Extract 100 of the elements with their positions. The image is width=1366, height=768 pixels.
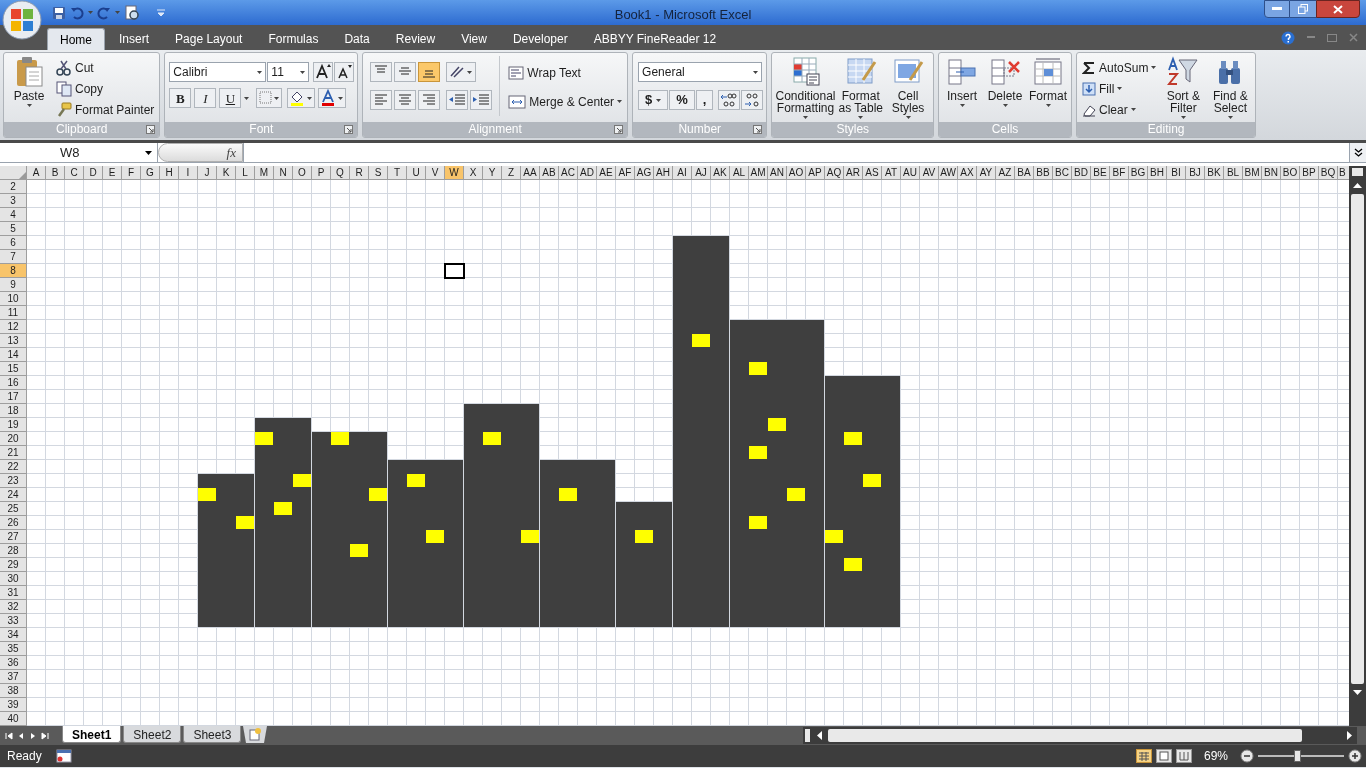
column-header[interactable]: AZ — [996, 166, 1015, 180]
page-layout-view-icon[interactable] — [1156, 749, 1172, 763]
column-header[interactable]: BQ — [1319, 166, 1338, 180]
bottom-align-icon[interactable] — [418, 62, 441, 82]
column-header[interactable]: BK — [1205, 166, 1224, 180]
column-header[interactable]: BN — [1262, 166, 1281, 180]
restore-button[interactable] — [1290, 0, 1316, 18]
column-header[interactable]: AN — [768, 166, 787, 180]
column-header[interactable]: BJ — [1186, 166, 1205, 180]
expand-formula-bar-button[interactable] — [1349, 143, 1366, 162]
row-header[interactable]: 19 — [0, 418, 27, 432]
column-header[interactable]: D — [84, 166, 103, 180]
font-size-field[interactable]: 11 — [267, 62, 310, 82]
text-orientation-icon[interactable] — [446, 62, 477, 82]
row-header[interactable]: 5 — [0, 222, 27, 236]
column-header[interactable]: I — [179, 166, 198, 180]
align-left-icon[interactable] — [370, 90, 393, 110]
undo-icon[interactable] — [70, 5, 84, 20]
column-header[interactable]: G — [141, 166, 160, 180]
ribbon-tab[interactable]: Insert — [107, 28, 162, 50]
print-preview-icon[interactable] — [124, 4, 140, 21]
column-header[interactable]: BD — [1072, 166, 1091, 180]
editing-button[interactable]: Find & Select — [1208, 56, 1253, 122]
column-header[interactable]: O — [293, 166, 312, 180]
sheet-tab[interactable]: Sheet2 — [123, 726, 182, 743]
row-header[interactable]: 26 — [0, 516, 27, 530]
scroll-up-icon[interactable] — [1353, 182, 1362, 188]
italic-button[interactable]: I — [194, 88, 217, 108]
macro-recording-icon[interactable] — [56, 749, 72, 763]
column-header[interactable]: AY — [977, 166, 996, 180]
column-header[interactable]: BH — [1148, 166, 1167, 180]
row-header[interactable]: 10 — [0, 292, 27, 306]
row-header[interactable]: 29 — [0, 558, 27, 572]
shrink-font-icon[interactable] — [334, 62, 355, 82]
row-header[interactable]: 37 — [0, 670, 27, 684]
currency-button[interactable]: $ — [638, 90, 669, 110]
number-format-field[interactable]: General — [638, 62, 763, 82]
column-header[interactable]: AS — [863, 166, 882, 180]
cells-button[interactable]: Insert — [942, 56, 982, 122]
column-header[interactable]: Z — [502, 166, 521, 180]
row-header[interactable]: 25 — [0, 502, 27, 516]
ribbon-tab[interactable]: Page Layout — [163, 28, 255, 50]
previous-sheet-icon[interactable] — [17, 731, 25, 740]
row-header[interactable]: 3 — [0, 194, 27, 208]
column-header[interactable]: AI — [673, 166, 692, 180]
column-header[interactable]: Y — [483, 166, 502, 180]
row-header[interactable]: 8 — [0, 264, 27, 278]
editing-button[interactable]: Clear — [1080, 99, 1159, 120]
scroll-thumb[interactable] — [828, 729, 1302, 742]
column-header[interactable]: AV — [920, 166, 939, 180]
column-header[interactable]: AP — [806, 166, 825, 180]
column-header[interactable]: AG — [635, 166, 654, 180]
insert-function-button[interactable]: fx — [158, 143, 243, 162]
row-header[interactable]: 13 — [0, 334, 27, 348]
column-header[interactable]: AA — [521, 166, 540, 180]
column-header[interactable]: R — [350, 166, 369, 180]
vertical-scrollbar[interactable] — [1349, 166, 1366, 726]
column-header[interactable]: K — [217, 166, 236, 180]
fill-color-icon[interactable] — [287, 88, 316, 108]
row-header[interactable]: 31 — [0, 586, 27, 600]
column-header[interactable]: AH — [654, 166, 673, 180]
row-header[interactable]: 39 — [0, 698, 27, 712]
column-header[interactable]: AK — [711, 166, 730, 180]
format-painter-button[interactable]: Format Painter — [54, 99, 157, 120]
row-header[interactable]: 18 — [0, 404, 27, 418]
row-header[interactable]: 35 — [0, 642, 27, 656]
row-header[interactable]: 33 — [0, 614, 27, 628]
row-header[interactable]: 36 — [0, 656, 27, 670]
insert-sheet-icon[interactable] — [243, 726, 268, 743]
close-button[interactable] — [1316, 0, 1360, 18]
column-header[interactable]: BM — [1243, 166, 1262, 180]
redo-icon[interactable] — [97, 5, 111, 20]
row-header[interactable]: 28 — [0, 544, 27, 558]
ribbon-tab[interactable]: View — [449, 28, 499, 50]
row-header[interactable]: 11 — [0, 306, 27, 320]
styles-button[interactable]: Conditional Formatting — [775, 56, 836, 122]
column-header[interactable]: BL — [1224, 166, 1243, 180]
row-header[interactable]: 9 — [0, 278, 27, 292]
customize-toolbar-icon[interactable] — [156, 8, 166, 17]
column-header[interactable]: H — [160, 166, 179, 180]
column-header[interactable]: AB — [540, 166, 559, 180]
row-header[interactable]: 15 — [0, 362, 27, 376]
ribbon-tab[interactable]: Data — [332, 28, 382, 50]
column-header[interactable]: U — [407, 166, 426, 180]
row-header[interactable]: 7 — [0, 250, 27, 264]
paste-button[interactable]: Paste — [7, 56, 51, 122]
normal-view-icon[interactable] — [1136, 749, 1152, 763]
column-header[interactable]: AU — [901, 166, 920, 180]
column-header[interactable]: AQ — [825, 166, 844, 180]
column-header[interactable]: E — [103, 166, 122, 180]
increase-indent-icon[interactable] — [470, 90, 493, 110]
bold-button[interactable]: B — [169, 88, 192, 108]
column-header[interactable]: C — [65, 166, 84, 180]
ribbon-tab[interactable]: ABBYY FineReader 12 — [581, 28, 729, 50]
row-header[interactable]: 14 — [0, 348, 27, 362]
row-header[interactable]: 30 — [0, 572, 27, 586]
row-header[interactable]: 17 — [0, 390, 27, 404]
help-icon[interactable] — [1281, 30, 1295, 45]
column-header[interactable]: AX — [958, 166, 977, 180]
column-header[interactable]: BG — [1129, 166, 1148, 180]
